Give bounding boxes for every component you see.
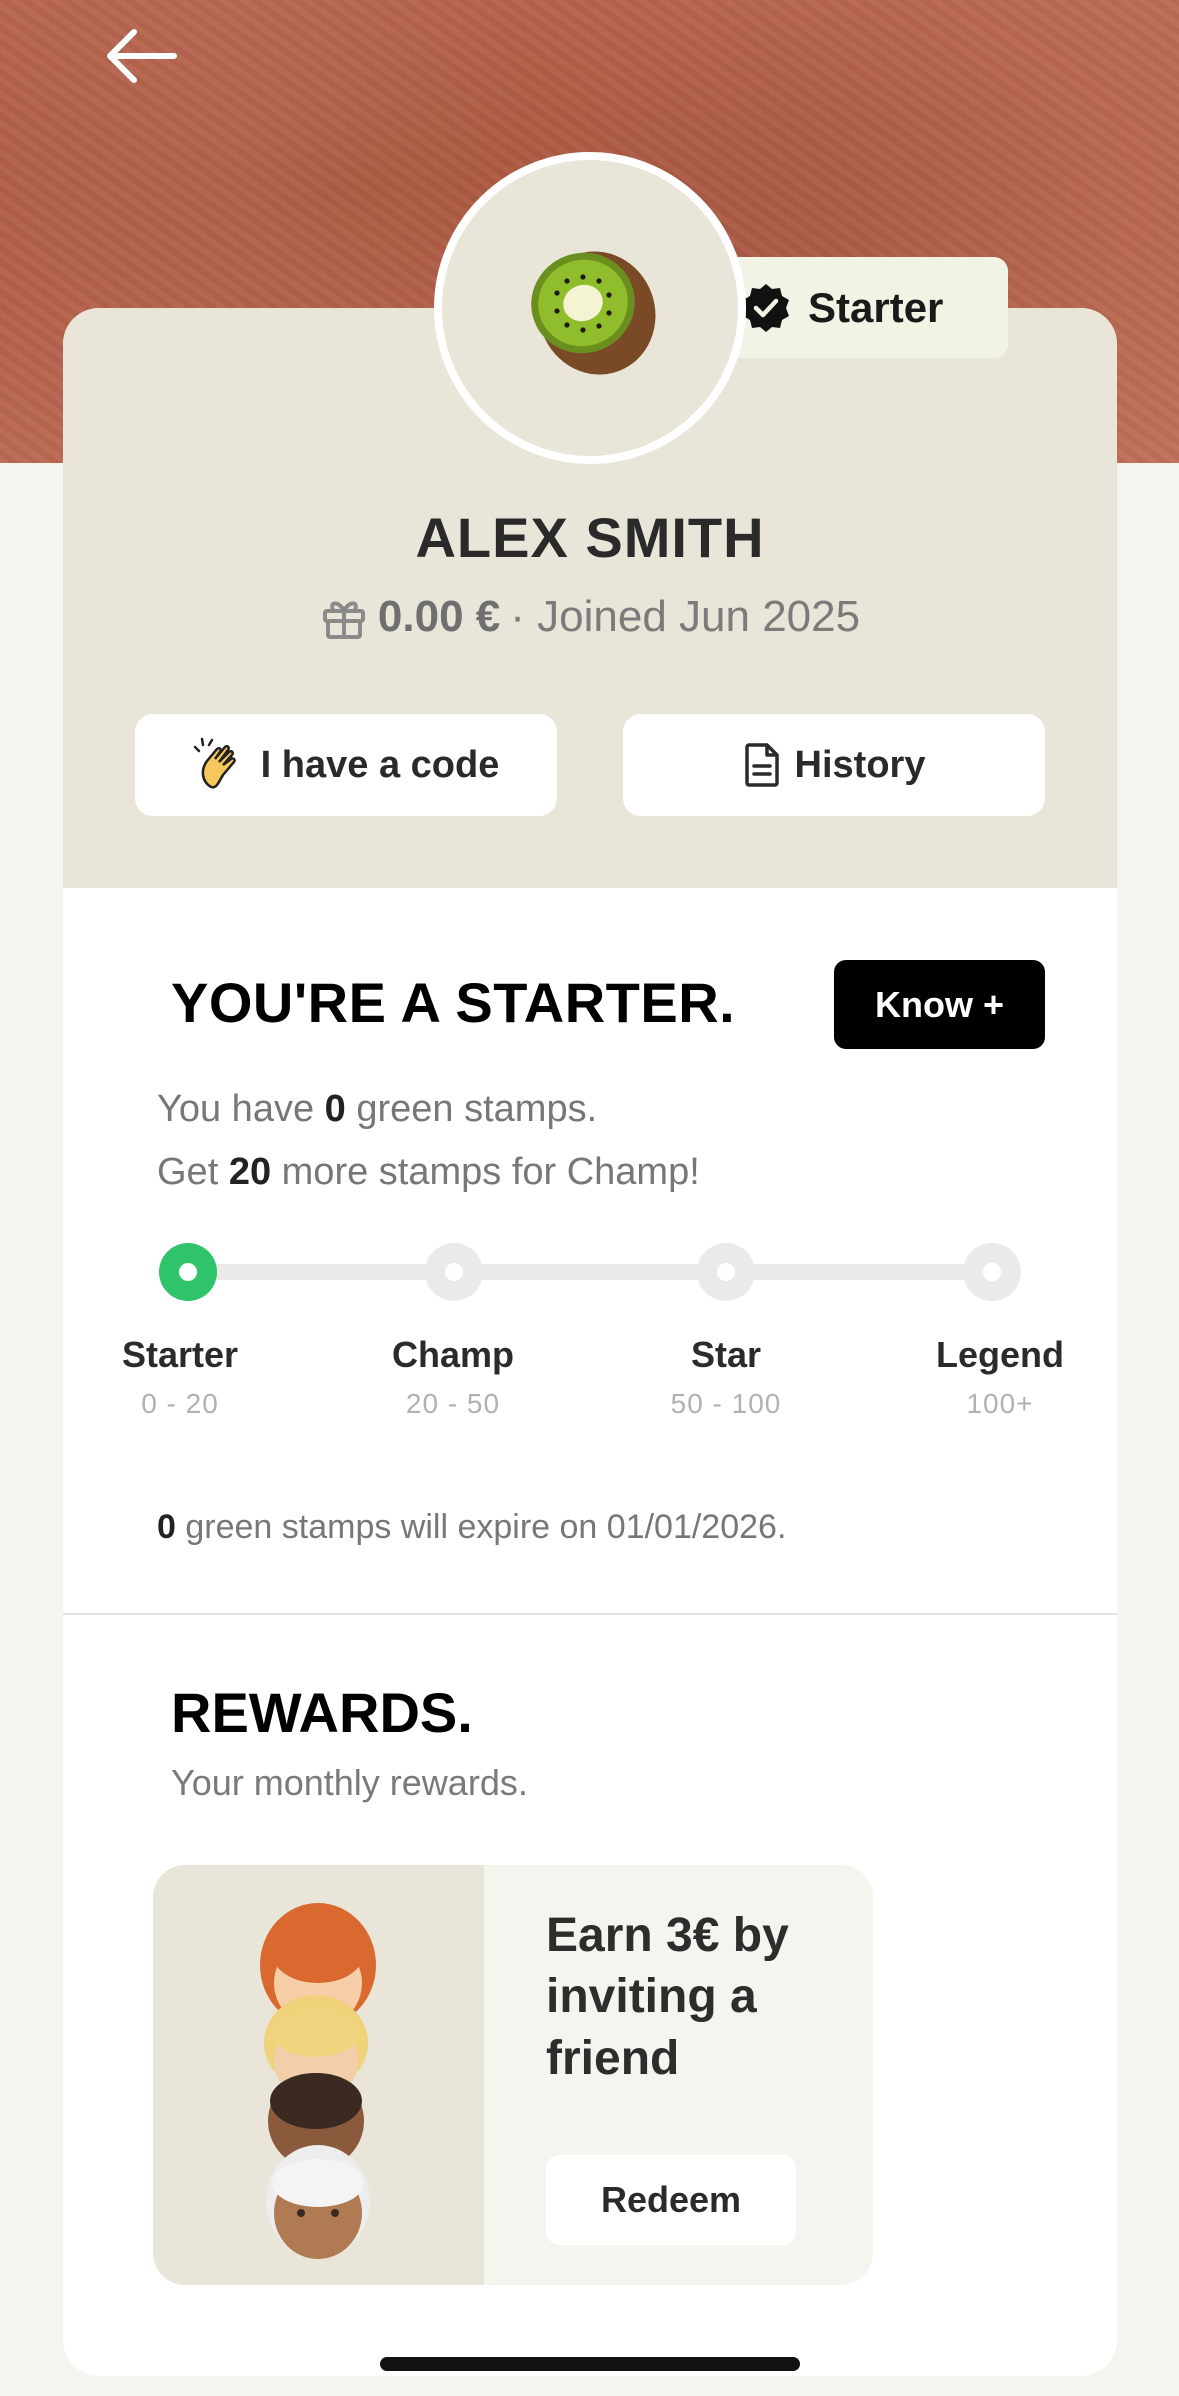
know-more-button[interactable]: Know + [834,960,1045,1049]
document-icon [744,743,779,787]
level-dot-legend [963,1243,1021,1301]
level-name-champ: Champ [391,1334,514,1375]
stamps-needed-text: Get 20 more stamps for Champ! [157,1151,700,1193]
level-range-starter: 0 - 20 [141,1388,219,1419]
level-range-star: 50 - 100 [670,1388,782,1419]
history-button-label: History [794,743,926,786]
history-button[interactable]: History [623,714,1045,816]
back-arrow-icon [107,29,177,83]
reward-card-illustration [153,1865,484,2285]
home-indicator[interactable] [380,2357,800,2371]
reward-card[interactable]: Earn 3€ by inviting a friend Redeem [153,1865,873,2285]
verified-badge-icon [743,283,789,332]
balance-amount: 0.00 € [377,592,501,641]
reward-card-text: Earn 3€ by inviting a friend [546,1909,789,2085]
level-name-starter: Starter [121,1334,239,1375]
level-title: YOU'RE A STARTER. [171,971,736,1034]
rewards-title: REWARDS. [171,1681,473,1744]
level-dot-champ [425,1243,483,1301]
clapping-hands-icon [193,737,236,789]
level-range-champ: 20 - 50 [405,1388,501,1419]
i-have-a-code-button[interactable]: I have a code [135,714,557,816]
avatar[interactable] [434,152,746,464]
level-range-legend: 100+ [966,1388,1034,1419]
section-divider [63,1613,1117,1615]
people-emoji-icon [260,1903,376,2259]
code-button-label: I have a code [260,743,500,786]
stamps-expiry-text: 0 green stamps will expire on 01/01/2026… [157,1508,787,1546]
stamps-count-text: You have 0 green stamps. [157,1088,598,1130]
redeem-button[interactable]: Redeem [546,2155,796,2245]
back-button[interactable] [104,26,184,86]
tier-badge: Starter [730,257,1008,358]
level-name-legend: Legend [935,1334,1064,1375]
tier-badge-label: Starter [808,283,944,331]
level-progress-track [188,1264,993,1280]
rewards-subtitle: Your monthly rewards. [171,1762,528,1803]
gift-icon [322,601,365,639]
level-dot-starter [159,1243,217,1301]
joined-date: · Joined Jun 2025 [510,592,861,641]
kiwi-icon [531,251,656,375]
level-name-star: Star [690,1334,762,1375]
level-dot-star [697,1243,755,1301]
balance-row: 0.00 € · Joined Jun 2025 [63,592,1117,642]
user-name: ALEX SMITH [415,506,765,569]
